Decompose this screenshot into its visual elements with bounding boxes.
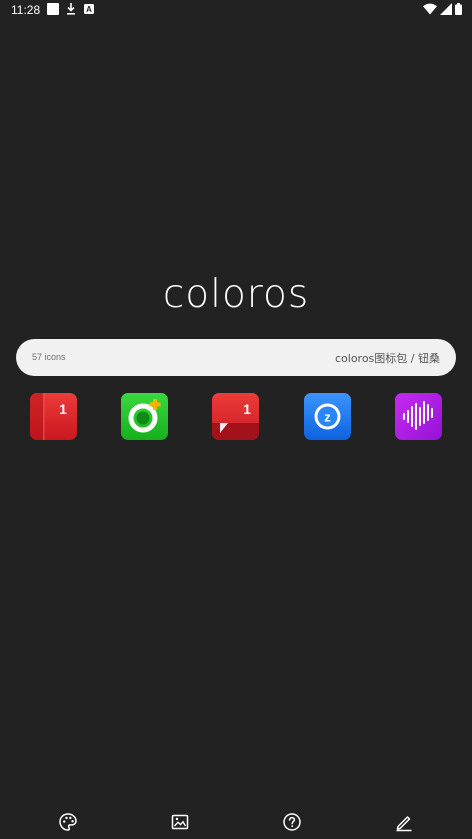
blue-z-icon[interactable]: z <box>304 393 351 440</box>
edit-icon[interactable] <box>392 810 416 834</box>
icon-pack-info-bar: 57 icons coloros图标包 / 钮桑 <box>16 339 456 376</box>
system-icons <box>423 3 462 15</box>
status-time: 11:28 <box>11 3 41 17</box>
red-message-badge: 1 <box>243 401 251 417</box>
signal-icon <box>440 3 452 15</box>
svg-text:A: A <box>86 5 92 14</box>
palette-icon[interactable] <box>56 810 80 834</box>
red-book-icon[interactable]: 1 <box>30 393 77 440</box>
red-message-icon[interactable]: 1 <box>212 393 259 440</box>
square-icon <box>47 3 59 15</box>
bottom-nav <box>0 810 472 834</box>
wifi-icon <box>423 3 437 15</box>
help-icon[interactable] <box>280 810 304 834</box>
green-ring-icon[interactable] <box>121 393 168 440</box>
icon-pack-name: coloros图标包 / 钮桑 <box>334 352 440 365</box>
wallpaper-icon[interactable] <box>168 810 192 834</box>
red-book-badge: 1 <box>59 401 67 417</box>
purple-soundwave-icon[interactable] <box>395 393 442 440</box>
battery-icon <box>455 3 462 15</box>
svg-text:z: z <box>324 410 331 425</box>
download-icon <box>67 3 75 15</box>
a-icon: A <box>84 4 94 14</box>
coloros-logo: coloros <box>162 272 310 317</box>
status-bar: 11:28 A <box>0 0 472 20</box>
icon-count-label: 57 icons <box>32 352 66 362</box>
